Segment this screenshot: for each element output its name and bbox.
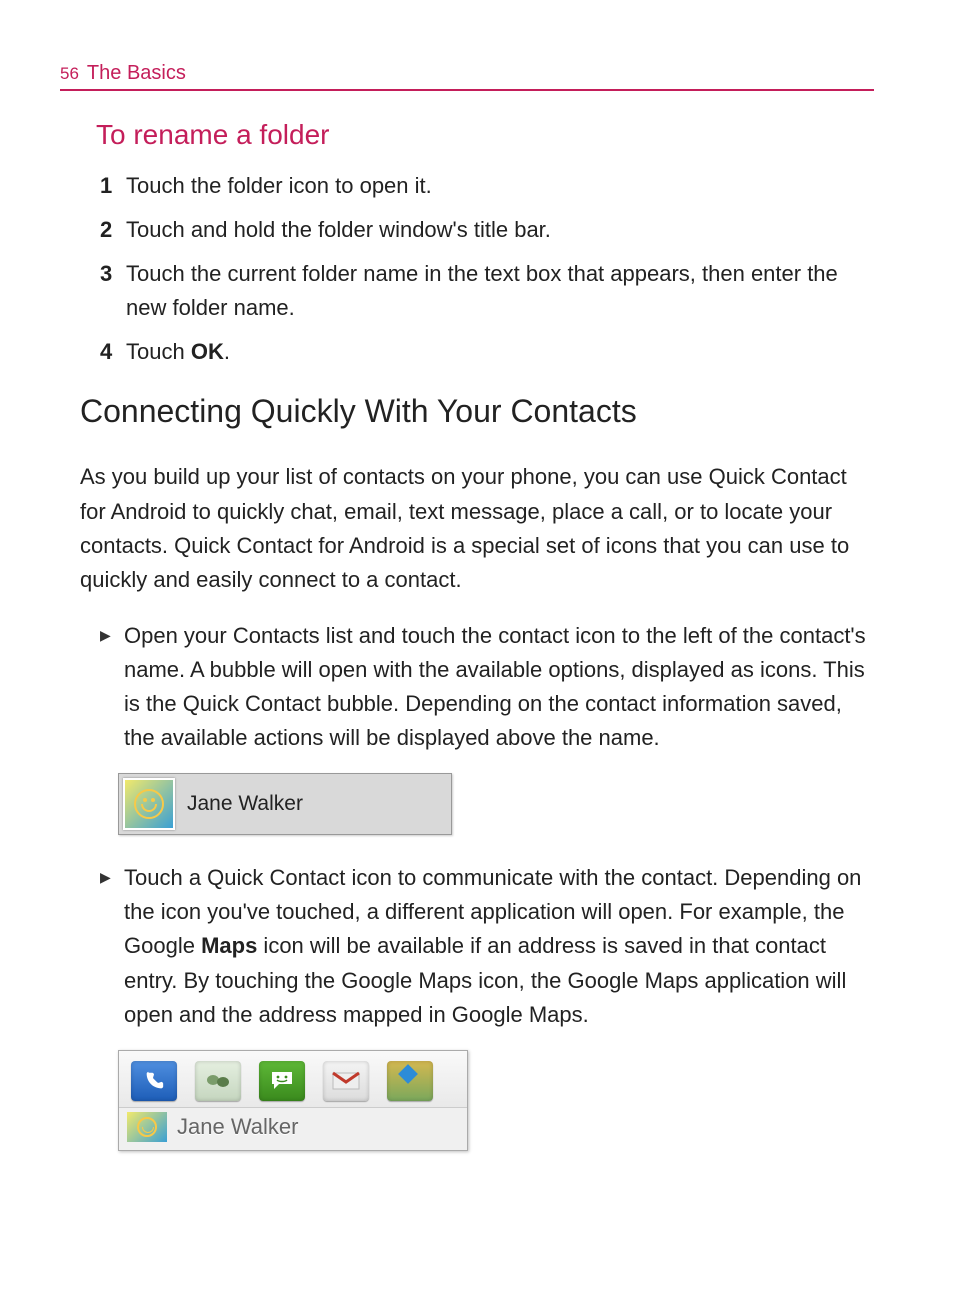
rename-folder-steps: 1 Touch the folder icon to open it. 2 To…	[100, 169, 874, 369]
step-bold: OK	[191, 339, 224, 364]
contact-name-label: Jane Walker	[187, 792, 303, 816]
bubble-contact-name: Jane Walker	[177, 1114, 298, 1140]
talk-svg	[205, 1070, 231, 1092]
bullet-1: ▶ Open your Contacts list and touch the …	[100, 619, 874, 755]
gmail-svg	[331, 1070, 361, 1092]
step-4: 4 Touch OK.	[100, 335, 874, 369]
bullet-marker-icon: ▶	[100, 861, 124, 1031]
step-prefix: Touch	[126, 339, 191, 364]
rename-folder-heading: To rename a folder	[96, 119, 874, 151]
contact-avatar-small-icon	[127, 1112, 167, 1142]
manual-page: 56 The Basics To rename a folder 1 Touch…	[0, 0, 954, 1211]
talk-icon	[195, 1061, 241, 1101]
step-text: Touch OK.	[126, 335, 874, 369]
bullet-2: ▶ Touch a Quick Contact icon to communic…	[100, 861, 874, 1031]
quick-contact-icon-row	[119, 1051, 467, 1108]
page-number: 56	[60, 64, 79, 84]
step-text: Touch the folder icon to open it.	[126, 169, 874, 203]
step-number: 4	[100, 335, 126, 369]
page-header: 56 The Basics	[60, 62, 874, 91]
gmail-icon	[323, 1061, 369, 1101]
bullet2-bold: Maps	[201, 933, 257, 958]
bullet-text: Open your Contacts list and touch the co…	[124, 619, 874, 755]
smiley-icon	[134, 789, 164, 819]
bullet-marker-icon: ▶	[100, 619, 124, 755]
contact-avatar-icon	[123, 778, 175, 830]
quick-contact-bubble-example: Jane Walker	[118, 1050, 468, 1151]
step-text: Touch the current folder name in the tex…	[126, 257, 874, 325]
step-number: 1	[100, 169, 126, 203]
step-number: 2	[100, 213, 126, 247]
bubble-name-row: Jane Walker	[119, 1108, 467, 1150]
quick-contact-heading: Connecting Quickly With Your Contacts	[80, 393, 874, 430]
step-text: Touch and hold the folder window's title…	[126, 213, 874, 247]
step-3: 3 Touch the current folder name in the t…	[100, 257, 874, 325]
step-2: 2 Touch and hold the folder window's tit…	[100, 213, 874, 247]
step-suffix: .	[224, 339, 230, 364]
step-number: 3	[100, 257, 126, 325]
step-1: 1 Touch the folder icon to open it.	[100, 169, 874, 203]
quick-contact-intro: As you build up your list of contacts on…	[80, 460, 874, 596]
bullet-text: Touch a Quick Contact icon to communicat…	[124, 861, 874, 1031]
maps-icon	[387, 1061, 433, 1101]
chapter-title: The Basics	[87, 62, 186, 85]
contact-list-item-example: Jane Walker	[118, 773, 452, 835]
phone-svg	[143, 1070, 165, 1092]
messaging-icon	[259, 1061, 305, 1101]
msg-svg	[269, 1070, 295, 1092]
phone-icon	[131, 1061, 177, 1101]
